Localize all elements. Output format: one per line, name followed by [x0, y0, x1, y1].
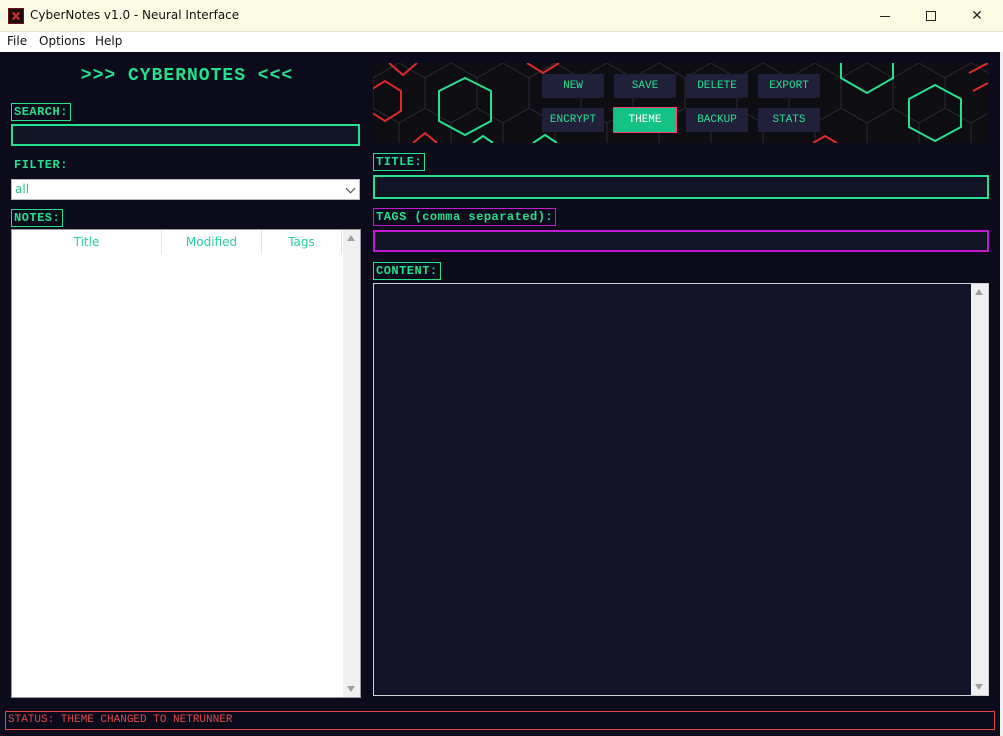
- status-bar: STATUS: THEME CHANGED TO NETRUNNER: [5, 711, 995, 730]
- save-button[interactable]: SAVE: [614, 74, 676, 98]
- column-header-tags[interactable]: Tags: [262, 230, 342, 254]
- search-label: SEARCH:: [11, 103, 71, 121]
- menu-bar: File Options Help: [0, 32, 1003, 52]
- menu-file[interactable]: File: [7, 34, 27, 48]
- column-header-title[interactable]: Title: [12, 230, 162, 254]
- scroll-down-icon[interactable]: [975, 684, 983, 690]
- main-panel: >>> CYBERNOTES <<< SEARCH: FILTER: all N…: [0, 52, 1000, 736]
- content-scrollbar[interactable]: [971, 284, 988, 695]
- hex-pattern: [373, 63, 988, 143]
- minimize-button[interactable]: [862, 0, 908, 32]
- notes-list[interactable]: Title Modified Tags: [11, 229, 361, 698]
- content-textarea[interactable]: [373, 283, 989, 696]
- search-input[interactable]: [11, 124, 360, 146]
- menu-help[interactable]: Help: [95, 34, 122, 48]
- scroll-up-icon[interactable]: [975, 289, 983, 295]
- new-button[interactable]: NEW: [542, 74, 604, 98]
- title-input[interactable]: [373, 175, 989, 199]
- backup-button[interactable]: BACKUP: [686, 108, 748, 132]
- maximize-icon: [926, 11, 936, 21]
- close-icon: ✕: [971, 8, 983, 24]
- encrypt-button[interactable]: ENCRYPT: [542, 108, 604, 132]
- delete-button[interactable]: DELETE: [686, 74, 748, 98]
- minimize-icon: [880, 15, 890, 17]
- maximize-button[interactable]: [908, 0, 954, 32]
- tags-input[interactable]: [373, 230, 989, 252]
- title-bar: CyberNotes v1.0 - Neural Interface ✕: [0, 0, 1003, 32]
- scroll-up-icon[interactable]: [347, 235, 355, 241]
- notes-scrollbar[interactable]: [343, 230, 360, 697]
- filter-select[interactable]: all: [11, 179, 360, 200]
- title-label: TITLE:: [373, 153, 426, 171]
- chevron-down-icon: [345, 183, 356, 194]
- app-icon: [8, 8, 24, 24]
- stats-button[interactable]: STATS: [758, 108, 820, 132]
- tags-label: TAGS (comma separated):: [373, 208, 557, 226]
- filter-label: FILTER:: [14, 158, 68, 172]
- menu-options[interactable]: Options: [39, 34, 85, 48]
- theme-button[interactable]: THEME: [613, 107, 677, 133]
- column-header-modified[interactable]: Modified: [162, 230, 262, 254]
- filter-selected-value: all: [15, 182, 30, 196]
- window-title: CyberNotes v1.0 - Neural Interface: [30, 8, 240, 22]
- toolbar-banner: NEW SAVE DELETE EXPORT ENCRYPT THEME BAC…: [373, 63, 988, 143]
- close-button[interactable]: ✕: [954, 0, 1000, 32]
- app-title: >>> CYBERNOTES <<<: [80, 66, 294, 86]
- content-label: CONTENT:: [373, 262, 441, 280]
- scroll-down-icon[interactable]: [347, 686, 355, 692]
- export-button[interactable]: EXPORT: [758, 74, 820, 98]
- notes-label: NOTES:: [11, 209, 64, 227]
